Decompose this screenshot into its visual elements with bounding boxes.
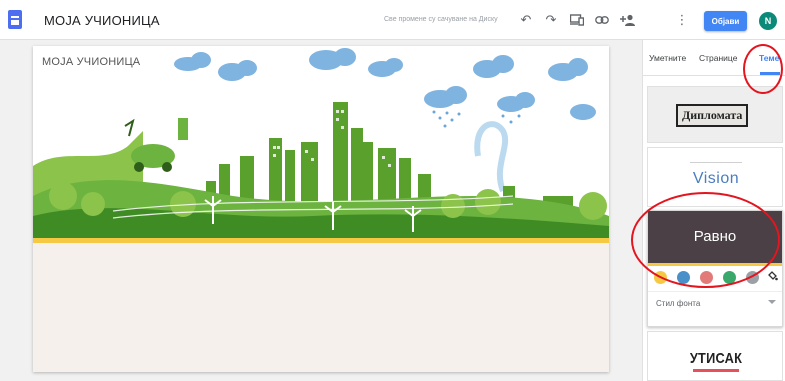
more-icon[interactable]: ⋮ (672, 10, 692, 30)
header-banner-image[interactable]: МОЈА УЧИОНИЦА (33, 46, 609, 240)
link-icon[interactable] (592, 10, 612, 30)
color-swatch-blue[interactable] (677, 271, 690, 284)
site-title[interactable]: МОЈА УЧИОНИЦА (42, 56, 140, 68)
ravno-preview: Равно (648, 211, 782, 263)
publish-button[interactable]: Објави (704, 11, 747, 31)
vision-divider (690, 162, 742, 163)
share-icon[interactable] (618, 10, 638, 30)
preview-icon[interactable] (567, 10, 587, 30)
theme-card-diploma[interactable]: Дипломата (647, 86, 783, 143)
top-bar: МОЈА УЧИОНИЦА Све промене су сачуване на… (0, 0, 785, 40)
theme-name-diploma: Дипломата (676, 104, 749, 127)
theme-name-vision: Vision (692, 170, 740, 187)
site-name[interactable]: МОЈА УЧИОНИЦА (44, 13, 160, 28)
color-swatch-red[interactable] (700, 271, 713, 284)
chevron-down-icon (768, 300, 776, 304)
ravno-accent-line (648, 263, 782, 266)
panel-tabs: Уметните Странице Теме (643, 40, 785, 76)
theme-card-utisak[interactable]: УТИСАК (647, 331, 783, 381)
green-city-illustration (33, 48, 609, 240)
theme-name-ravno: Равно (693, 228, 737, 245)
sites-logo-icon[interactable] (8, 10, 22, 29)
site-canvas: МОЈА УЧИОНИЦА (33, 46, 609, 372)
theme-name-utisak: УТИСАК (689, 350, 743, 367)
page-body-section[interactable] (33, 243, 609, 372)
side-panel: Уметните Странице Теме Дипломата Vision … (642, 40, 785, 381)
tab-themes[interactable]: Теме (759, 53, 779, 63)
tab-insert[interactable]: Уметните (649, 53, 686, 63)
color-swatch-yellow[interactable] (654, 271, 667, 284)
redo-icon[interactable]: ↷ (541, 10, 561, 30)
theme-list: Дипломата Vision Равно Стил фонта УТИСАК (647, 78, 783, 381)
tab-pages[interactable]: Странице (699, 53, 737, 63)
active-tab-indicator (760, 72, 780, 75)
font-style-label: Стил фонта (656, 299, 701, 308)
font-style-dropdown[interactable]: Стил фонта (648, 291, 782, 313)
utisak-accent-line (693, 369, 739, 372)
undo-icon[interactable]: ↶ (516, 10, 536, 30)
paint-bucket-icon[interactable] (767, 270, 778, 284)
color-swatch-gray[interactable] (746, 271, 759, 284)
theme-card-vision[interactable]: Vision (647, 147, 783, 207)
avatar[interactable]: N (759, 12, 777, 30)
color-swatch-green[interactable] (723, 271, 736, 284)
save-status: Све промене су сачуване на Диску (384, 16, 498, 23)
sites-editor: МОЈА УЧИОНИЦА Све промене су сачуване на… (0, 0, 785, 381)
theme-card-ravno[interactable]: Равно Стил фонта (647, 210, 783, 327)
